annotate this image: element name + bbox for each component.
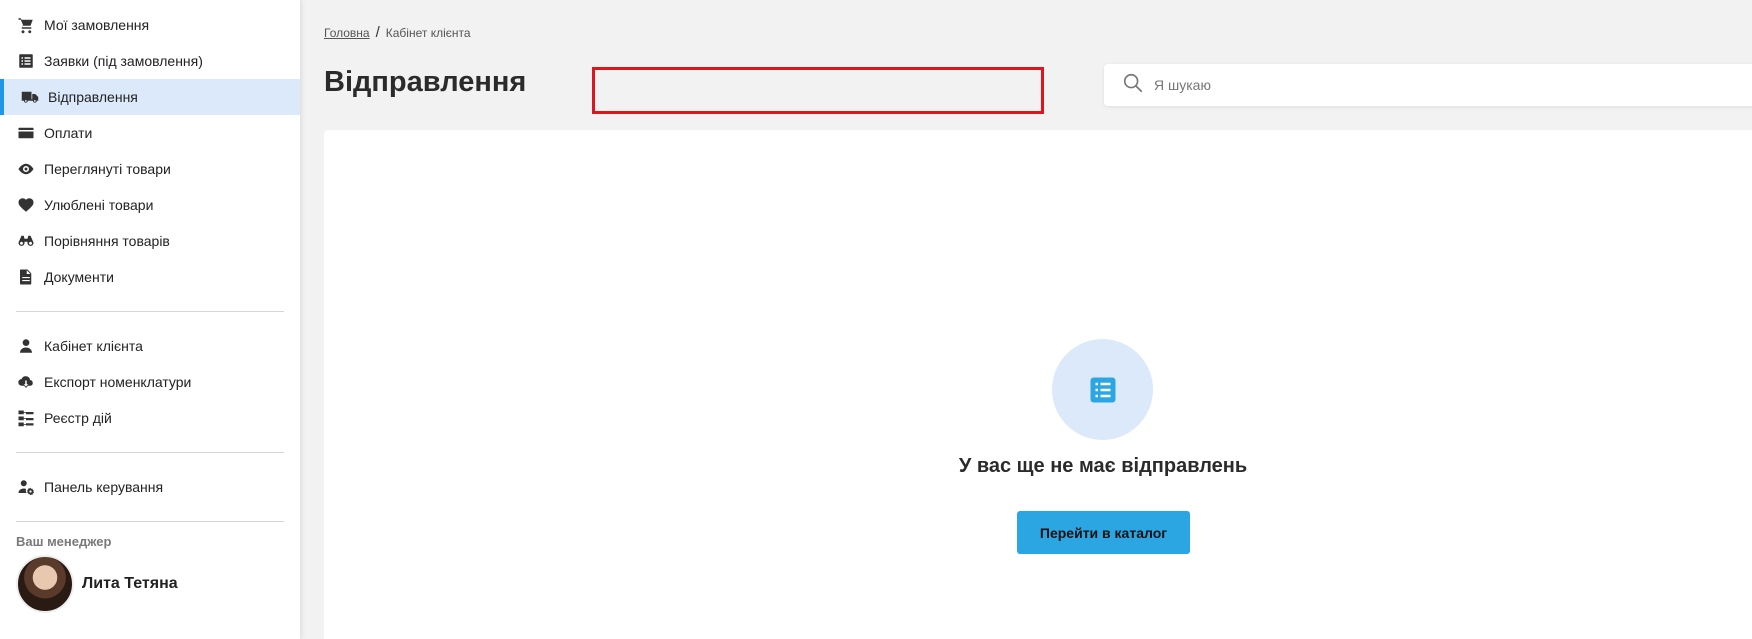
breadcrumb-home-link[interactable]: Головна [324,26,370,40]
sidebar-item-shipments[interactable]: Відправлення [0,79,300,115]
sitemap-icon [16,408,36,428]
search-icon [1122,72,1144,99]
avatar [16,555,74,613]
breadcrumb-separator: / [375,24,380,41]
sidebar-item-compare[interactable]: Порівняння товарів [0,223,300,259]
sidebar-item-requests[interactable]: Заявки (під замовлення) [0,43,300,79]
search-input[interactable] [1154,77,1654,93]
sidebar-item-documents[interactable]: Документи [0,259,300,295]
content-card [324,130,1752,639]
sidebar-item-label: Кабінет клієнта [44,338,143,354]
cloud-download-icon [16,372,36,392]
go-to-catalog-button[interactable]: Перейти в каталог [1017,511,1190,554]
sidebar-item-label: Експорт номенклатури [44,374,192,390]
sidebar-item-label: Відправлення [48,89,138,105]
heart-icon [16,195,36,215]
manager-title: Ваш менеджер [16,534,112,549]
sidebar-group-admin: Панель керування [0,469,300,505]
sidebar-item-my-orders[interactable]: Мої замовлення [0,7,300,43]
sidebar-item-client-cabinet[interactable]: Кабінет клієнта [0,328,300,364]
highlight-box [592,67,1044,114]
breadcrumb-current: Кабінет клієнта [385,25,471,40]
manager-card[interactable]: Лита Тетяна [0,555,300,613]
sidebar-item-payments[interactable]: Оплати [0,115,300,151]
eye-icon [16,159,36,179]
sidebar-item-action-log[interactable]: Реєстр дій [0,400,300,436]
sidebar-divider [16,311,284,312]
sidebar: Мої замовлення Заявки (під замовлення) В… [0,0,300,639]
sidebar-item-label: Улюблені товари [44,197,154,213]
sidebar-group-main: Мої замовлення Заявки (під замовлення) В… [0,0,300,295]
sidebar-item-label: Порівняння товарів [44,233,170,249]
document-icon [16,267,36,287]
sidebar-group-account: Кабінет клієнта Експорт номенклатури Реє… [0,328,300,436]
sidebar-item-control-panel[interactable]: Панель керування [0,469,300,505]
sidebar-item-label: Мої замовлення [44,17,150,33]
truck-icon [20,87,40,107]
sidebar-item-label: Заявки (під замовлення) [44,53,203,69]
sidebar-item-viewed[interactable]: Переглянуті товари [0,151,300,187]
sidebar-item-label: Документи [44,269,114,285]
sidebar-item-label: Панель керування [44,479,164,495]
page-title: Відправлення [324,66,527,98]
sidebar-item-label: Оплати [44,125,93,141]
sidebar-item-export[interactable]: Експорт номенклатури [0,364,300,400]
binoculars-icon [16,231,36,251]
sidebar-item-label: Реєстр дій [44,410,112,426]
sidebar-item-label: Переглянуті товари [44,161,171,177]
list-icon [16,51,36,71]
user-icon [16,336,36,356]
empty-state-icon [1052,339,1153,440]
sidebar-divider [16,521,284,522]
sidebar-item-favorites[interactable]: Улюблені товари [0,187,300,223]
manager-name: Лита Тетяна [82,575,178,592]
breadcrumb: Головна / Кабінет клієнта [324,24,471,41]
sidebar-divider [16,452,284,453]
empty-state-message: У вас ще не має відправлень [958,455,1248,477]
search-bar[interactable] [1104,64,1752,106]
credit-card-icon [16,123,36,143]
user-cog-icon [16,477,36,497]
cart-icon [16,15,36,35]
list-icon [1090,377,1115,402]
